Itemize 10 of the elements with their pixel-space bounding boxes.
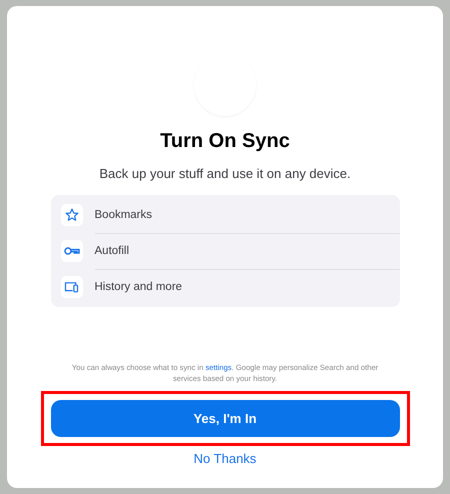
key-icon	[64, 246, 80, 256]
dialog-title: Turn On Sync	[160, 130, 290, 153]
sync-item-label: Autofill	[94, 244, 130, 256]
star-icon	[64, 208, 78, 222]
sync-item-label: Bookmarks	[94, 208, 152, 220]
sync-item-label: History and more	[94, 281, 182, 293]
dialog-subtitle: Back up your stuff and use it on any device.	[99, 166, 351, 181]
confirm-button[interactable]: Yes, I'm In	[50, 400, 400, 437]
decline-button[interactable]: No Thanks	[194, 451, 256, 466]
devices-icon	[64, 281, 79, 293]
